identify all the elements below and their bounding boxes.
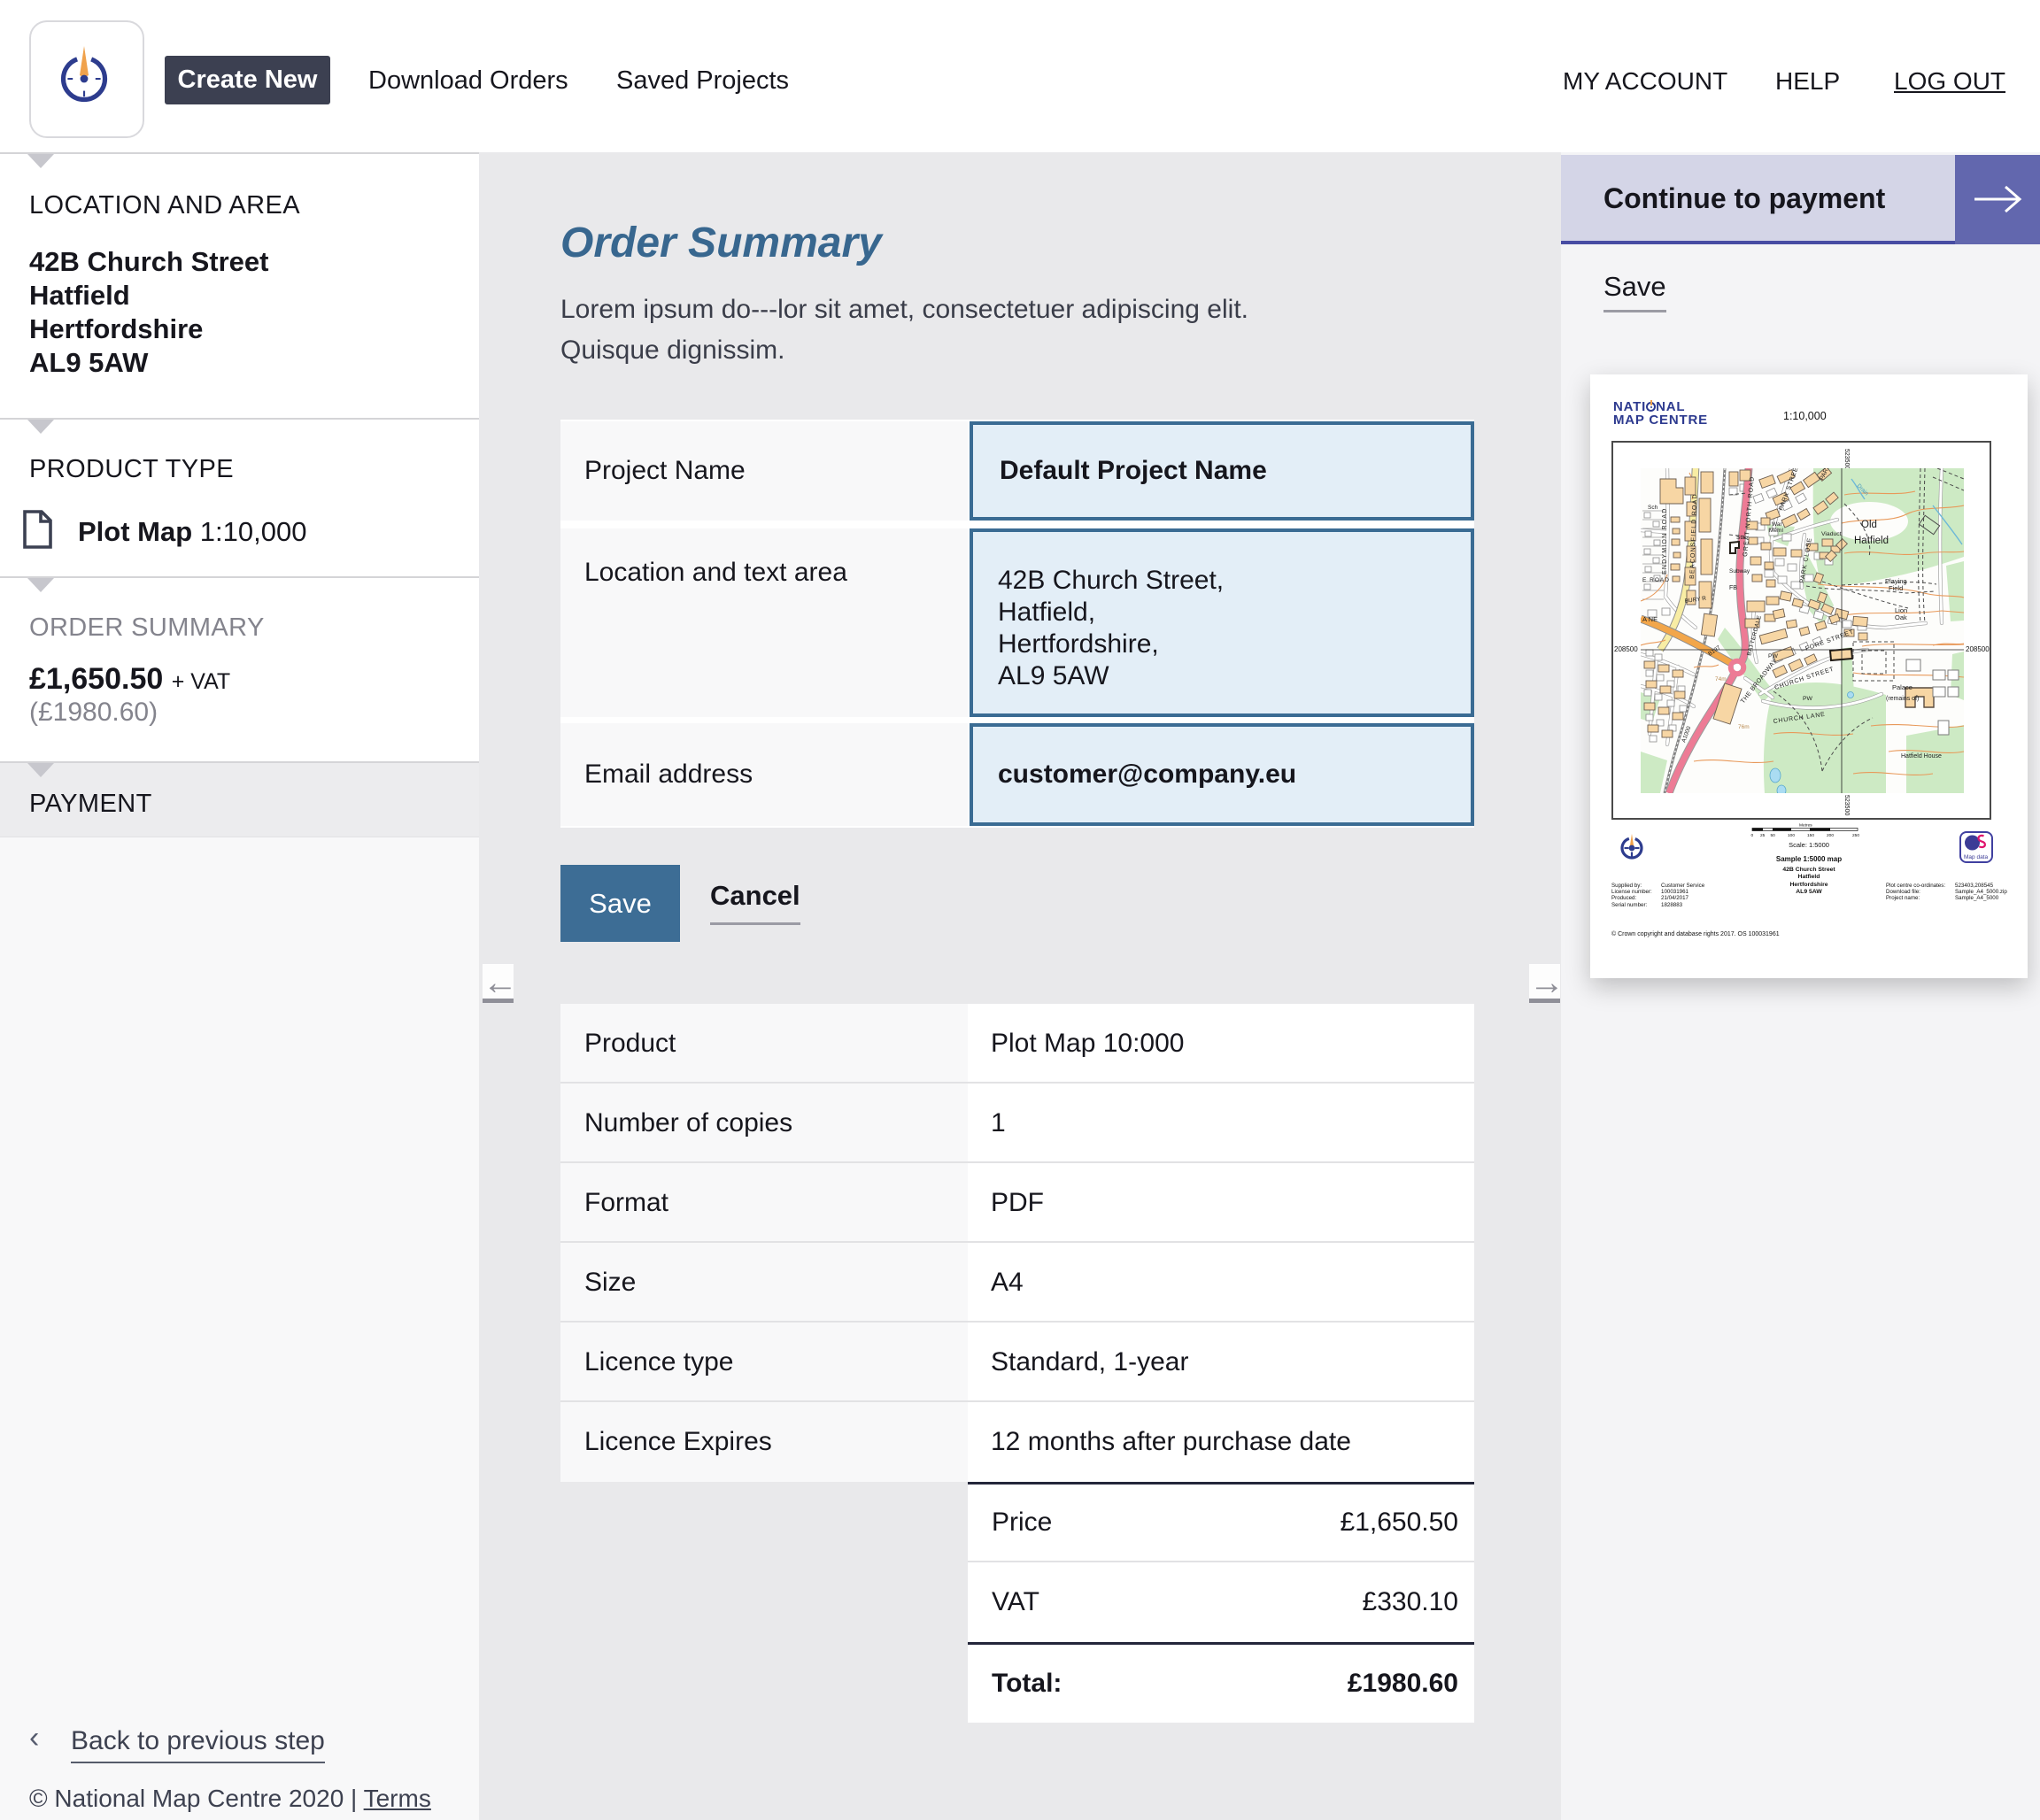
svg-text:100: 100 <box>1788 833 1795 838</box>
svg-text:E ROAD: E ROAD <box>1642 577 1670 583</box>
svg-text:200: 200 <box>1827 833 1834 838</box>
svg-text:A NE: A NE <box>1642 615 1658 623</box>
svg-text:Oak: Oak <box>1895 613 1907 621</box>
svg-text:Hatfield House: Hatfield House <box>1901 753 1942 760</box>
svg-text:Viaduct: Viaduct <box>1821 531 1842 537</box>
svg-text:50: 50 <box>1771 833 1776 838</box>
svg-text:74m: 74m <box>1715 676 1727 682</box>
svg-text:250: 250 <box>1852 833 1859 838</box>
svg-text:25: 25 <box>1760 833 1766 838</box>
svg-text:Old: Old <box>1861 520 1877 530</box>
svg-text:FB: FB <box>1729 585 1737 591</box>
svg-text:War: War <box>1772 521 1783 528</box>
svg-text:76m: 76m <box>1738 724 1750 730</box>
svg-text:(remains of): (remains of) <box>1886 696 1919 702</box>
svg-text:Meml: Meml <box>1769 528 1783 534</box>
svg-text:Metres: Metres <box>1799 823 1812 829</box>
svg-text:ENDYMION ROAD: ENDYMION ROAD <box>1662 508 1668 575</box>
svg-text:Palace: Palace <box>1892 683 1912 691</box>
svg-text:Hatfield: Hatfield <box>1854 536 1889 546</box>
svg-text:Sch: Sch <box>1648 505 1658 511</box>
svg-text:150: 150 <box>1807 833 1814 838</box>
svg-text:Map data: Map data <box>1964 854 1988 860</box>
svg-text:Field: Field <box>1889 584 1903 592</box>
svg-text:PW: PW <box>1803 696 1813 702</box>
svg-text:Subway: Subway <box>1729 568 1750 575</box>
svg-text:0: 0 <box>1751 833 1754 838</box>
